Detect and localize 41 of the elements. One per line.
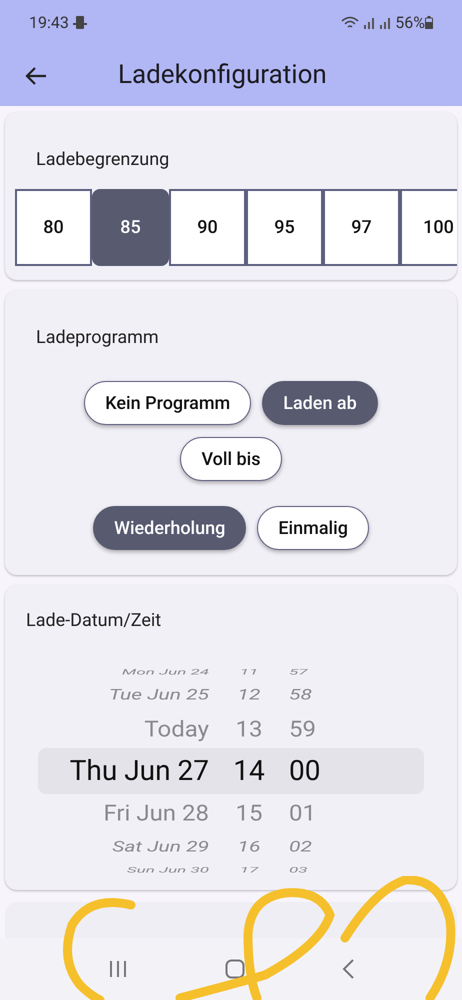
picker-date[interactable]: Fri Jun 28 [38,802,209,824]
picker-minute[interactable]: 58 [289,688,339,702]
section-title: Ladeprogramm [36,326,160,350]
program-chip[interactable]: Einmalig [257,506,369,550]
picker-minute[interactable]: 02 [289,840,339,854]
picker-date[interactable]: Sat Jun 29 [38,840,209,854]
page-title: Ladekonfiguration [118,59,327,92]
program-chip[interactable]: Voll bis [180,437,282,481]
picker-hour[interactable]: 15 [209,802,289,824]
limit-option[interactable]: 95 [246,189,323,266]
limit-option[interactable]: 90 [169,189,246,266]
back-arrow-icon [25,66,47,86]
battery-percent: 56% [395,12,425,34]
program-chip[interactable]: Laden ab [262,381,378,425]
picker-hour[interactable]: 14 [209,757,289,785]
limit-option[interactable]: 80 [15,189,92,266]
picker-hour[interactable]: 13 [209,718,289,740]
picker-date[interactable]: Today [38,718,209,740]
limit-option[interactable]: 100 [400,189,457,266]
signal-icon [363,16,376,28]
picker-date[interactable]: Thu Jun 27 [38,757,209,785]
wifi-icon [341,16,360,30]
battery-icon [425,16,433,29]
section-title: Ladebegrenzung [36,148,170,172]
back-icon[interactable] [342,959,354,979]
picker-minute[interactable]: 00 [289,757,339,785]
limit-option[interactable]: 85 [92,189,169,266]
picker-date[interactable]: Tue Jun 25 [38,688,209,702]
picker-minute[interactable]: 59 [289,718,339,740]
status-time: 19:43 [29,12,69,34]
program-chip[interactable]: Kein Programm [84,381,252,425]
home-icon[interactable] [224,959,245,979]
picker-hour[interactable]: 12 [209,688,289,702]
section-title: Lade-Datum/Zeit [26,609,162,633]
signal-icon [379,16,392,28]
recent-apps-icon[interactable] [108,960,128,978]
device-icon [72,14,87,30]
picker-hour[interactable]: 16 [209,840,289,854]
program-chip[interactable]: Wiederholung [93,506,246,550]
picker-minute[interactable]: 01 [289,802,339,824]
limit-option[interactable]: 97 [323,189,400,266]
